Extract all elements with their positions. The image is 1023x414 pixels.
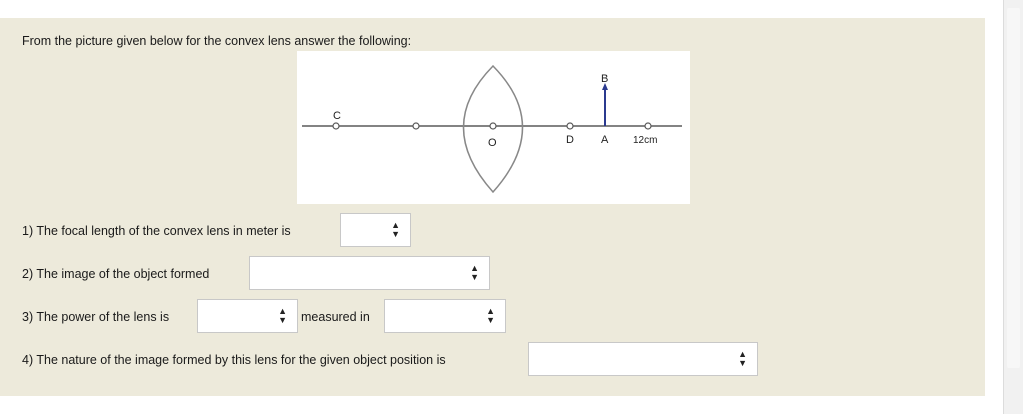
- up-down-arrows-icon: ▲ ▼: [738, 349, 747, 368]
- label-d: D: [566, 134, 574, 146]
- q2-dropdown[interactable]: ▲ ▼: [249, 256, 490, 290]
- lens-diagram-svg: C O D A B 12cm: [302, 64, 682, 194]
- q4-dropdown[interactable]: ▲ ▼: [528, 342, 758, 376]
- label-a: A: [601, 134, 609, 146]
- point-o: [489, 122, 497, 130]
- point-2f-left: [412, 122, 420, 130]
- q3-unit-dropdown[interactable]: ▲ ▼: [384, 299, 506, 333]
- scrollbar[interactable]: [1003, 0, 1023, 414]
- question-3-text: 3) The power of the lens is: [22, 310, 170, 324]
- up-down-arrows-icon: ▲ ▼: [278, 306, 287, 325]
- up-down-arrows-icon: ▲ ▼: [470, 263, 479, 282]
- point-c: [332, 122, 340, 130]
- point-12cm: [644, 122, 652, 130]
- label-o: O: [488, 137, 497, 149]
- question-1-text: 1) The focal length of the convex lens i…: [22, 224, 291, 238]
- question-4-text: 4) The nature of the image formed by thi…: [22, 353, 446, 367]
- question-3-unit-text: measured in: [301, 310, 370, 324]
- q1-dropdown[interactable]: ▲ ▼: [340, 213, 411, 247]
- label-b: B: [601, 73, 608, 85]
- q3-dropdown[interactable]: ▲ ▼: [197, 299, 298, 333]
- scrollbar-thumb[interactable]: [1007, 8, 1020, 368]
- instruction-text: From the picture given below for the con…: [22, 34, 412, 48]
- label-12cm: 12cm: [633, 135, 657, 146]
- lens-diagram: C O D A B 12cm: [297, 51, 690, 204]
- up-down-arrows-icon: ▲ ▼: [486, 306, 495, 325]
- up-down-arrows-icon: ▲ ▼: [391, 220, 400, 239]
- point-d: [566, 122, 574, 130]
- label-c: C: [333, 110, 341, 122]
- question-2-text: 2) The image of the object formed: [22, 267, 210, 281]
